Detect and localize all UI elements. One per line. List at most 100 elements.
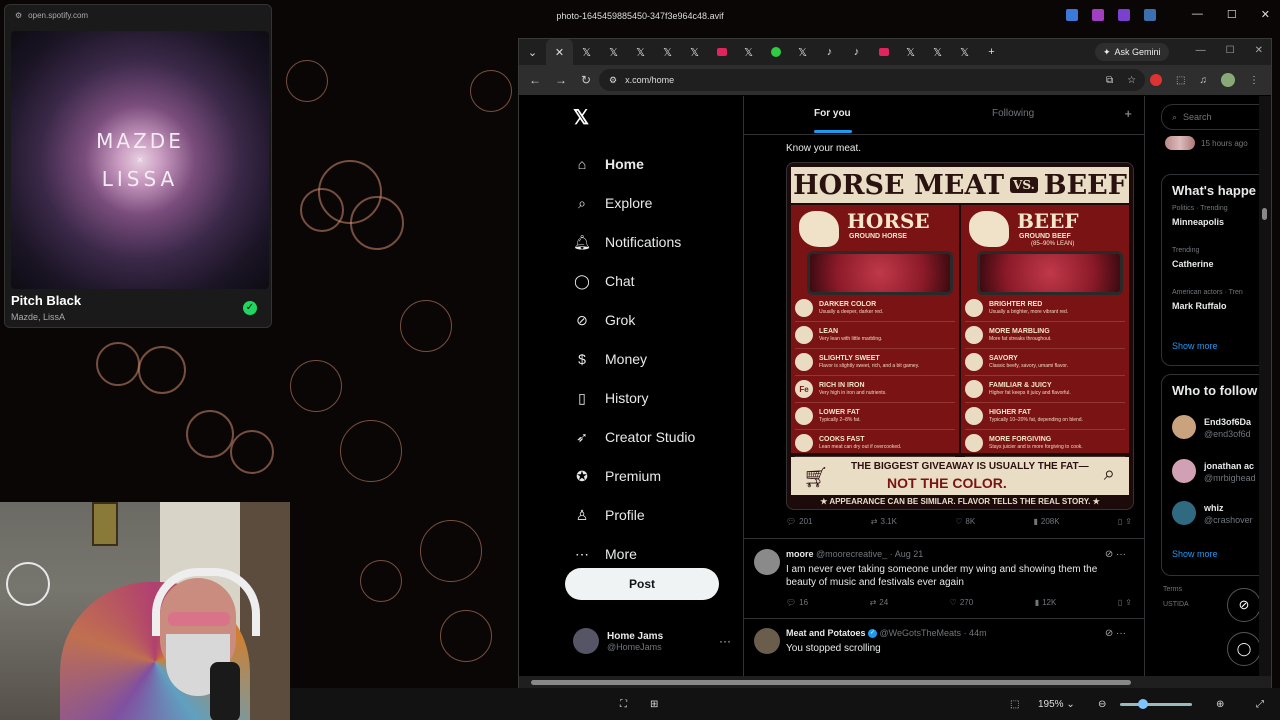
- profile-avatar[interactable]: [1221, 73, 1235, 87]
- adblock-extension-icon[interactable]: [1150, 74, 1163, 86]
- live-spaces-row[interactable]: 15 hours ago: [1165, 136, 1248, 150]
- trend-item[interactable]: Catherine: [1172, 259, 1214, 269]
- show-more-link[interactable]: Show more: [1172, 341, 1218, 351]
- tweet-author-name[interactable]: moore: [786, 549, 814, 559]
- tab-search-icon[interactable]: ⌄: [519, 39, 546, 65]
- follow-suggestion-name[interactable]: jonathan ac: [1204, 461, 1254, 471]
- browser-menu-icon[interactable]: ⋮: [1249, 75, 1259, 86]
- x-logo-icon[interactable]: 𝕏: [573, 105, 589, 130]
- avatar[interactable]: [754, 628, 780, 654]
- fit-icon[interactable]: ⛶: [620, 688, 627, 720]
- show-more-link[interactable]: Show more: [1172, 549, 1218, 559]
- views-button[interactable]: ▮ 208K: [1034, 517, 1060, 526]
- saved-check-icon[interactable]: ✓: [243, 301, 257, 315]
- bookmark-icon[interactable]: ▯: [1118, 517, 1122, 526]
- album-art[interactable]: MAZDE × LISSA: [11, 31, 269, 289]
- bookmark-icon[interactable]: ▯: [1118, 598, 1122, 607]
- chat-float-icon[interactable]: ◯: [1227, 632, 1261, 666]
- close-button[interactable]: ✕: [1261, 8, 1270, 21]
- zoom-in-icon[interactable]: ⊕: [1216, 688, 1224, 720]
- post-button[interactable]: Post: [565, 568, 719, 600]
- zoom-slider-thumb[interactable]: [1138, 698, 1148, 709]
- site-settings-icon[interactable]: ⚙: [15, 11, 22, 20]
- tweet[interactable]: moore @moorecreative_ · Aug 21 ⊘ ··· I a…: [754, 549, 1134, 619]
- tab-following[interactable]: Following: [992, 108, 1034, 119]
- scrollbar-thumb[interactable]: [1262, 208, 1267, 220]
- forward-icon[interactable]: →: [555, 73, 567, 87]
- avatar[interactable]: [1172, 501, 1196, 525]
- repost-button[interactable]: ⇄ 3.1K: [871, 517, 897, 526]
- nav-item-profile[interactable]: ♙ Profile: [573, 503, 645, 527]
- browser-close-button[interactable]: ✕: [1255, 45, 1263, 56]
- avatar[interactable]: [1172, 415, 1196, 439]
- tweet[interactable]: Meat and Potatoes ✓ @WeGotsTheMeats · 44…: [754, 628, 1134, 676]
- scrollbar-thumb[interactable]: [531, 680, 1131, 685]
- share-icon[interactable]: ⇪: [1125, 598, 1132, 607]
- tab-x[interactable]: 𝕏: [789, 39, 816, 65]
- tab-youtube[interactable]: [870, 39, 897, 65]
- reload-icon[interactable]: ↻: [581, 73, 591, 87]
- zoom-level[interactable]: 195% ⌄: [1038, 688, 1075, 720]
- zoom-out-icon[interactable]: ⊖: [1098, 688, 1106, 720]
- share-icon[interactable]: ⇪: [1125, 517, 1132, 526]
- nav-item-grok[interactable]: ⊘ Grok: [573, 308, 635, 332]
- ask-gemini-button[interactable]: ✦ Ask Gemini: [1095, 43, 1169, 61]
- tab-tiktok[interactable]: ♪: [843, 39, 870, 65]
- tab-youtube[interactable]: [708, 39, 735, 65]
- tweet-time[interactable]: · 44m: [964, 628, 987, 638]
- add-feed-icon[interactable]: +: [1124, 106, 1132, 121]
- nav-item-money[interactable]: $ Money: [573, 347, 647, 371]
- nav-item-chat[interactable]: ◯ Chat: [573, 269, 634, 293]
- tray-app-icon[interactable]: [1066, 9, 1078, 21]
- ocr-icon[interactable]: ⊞: [650, 688, 658, 720]
- tray-app-icon[interactable]: [1118, 9, 1130, 21]
- nav-item-explore[interactable]: ⌕ Explore: [573, 191, 652, 215]
- tab-x[interactable]: 𝕏: [627, 39, 654, 65]
- media-controls-icon[interactable]: ♫: [1200, 75, 1208, 86]
- tab-green[interactable]: [762, 39, 789, 65]
- follow-suggestion-name[interactable]: whiz: [1204, 503, 1224, 513]
- install-icon[interactable]: ⧉: [1106, 75, 1113, 86]
- nav-item-creator-studio[interactable]: ➶ Creator Studio: [573, 425, 695, 449]
- tweet-author-handle[interactable]: @WeGotsTheMeats: [880, 628, 962, 638]
- avatar[interactable]: [754, 549, 780, 575]
- trend-item[interactable]: Mark Ruffalo: [1172, 301, 1227, 311]
- like-button[interactable]: ♡ 270: [950, 598, 974, 607]
- search-input[interactable]: ⌕ Search: [1161, 104, 1271, 130]
- tab-active[interactable]: ✕: [546, 39, 573, 65]
- tab-x[interactable]: 𝕏: [951, 39, 978, 65]
- repost-button[interactable]: ⇄ 24: [870, 598, 889, 607]
- nav-item-premium[interactable]: ✪ Premium: [573, 464, 661, 488]
- nav-item-more[interactable]: ⋯ More: [573, 542, 637, 566]
- vertical-scrollbar[interactable]: [1259, 96, 1271, 676]
- tab-x[interactable]: 𝕏: [735, 39, 762, 65]
- follow-suggestion-name[interactable]: End3of6Da: [1204, 417, 1251, 427]
- tweet-author-name[interactable]: Meat and Potatoes: [786, 628, 866, 638]
- tweet-image[interactable]: HORSE MEAT VS. BEEF HORSE GROUND HORSE D…: [786, 162, 1134, 510]
- account-switcher[interactable]: Home Jams @HomeJams ···: [573, 628, 731, 654]
- song-title[interactable]: Pitch Black: [11, 293, 81, 308]
- grok-icon[interactable]: ⊘: [1105, 628, 1113, 639]
- tray-app-icon[interactable]: [1092, 9, 1104, 21]
- address-bar[interactable]: ⚙ x.com/home: [599, 69, 1145, 91]
- views-button[interactable]: ▮ 12K: [1035, 598, 1057, 607]
- nav-item-home[interactable]: ⌂ Home: [573, 152, 644, 176]
- nav-item-history[interactable]: ▯ History: [573, 386, 648, 410]
- trend-item[interactable]: Minneapolis: [1172, 217, 1224, 227]
- more-dots-icon[interactable]: ···: [719, 634, 731, 648]
- grok-float-icon[interactable]: ⊘: [1227, 588, 1261, 622]
- actual-size-icon[interactable]: ⬚: [1010, 688, 1019, 720]
- more-dots-icon[interactable]: ···: [1116, 628, 1126, 639]
- extensions-icon[interactable]: ⬚: [1176, 75, 1185, 86]
- maximize-button[interactable]: ☐: [1227, 8, 1237, 21]
- tab-x[interactable]: 𝕏: [924, 39, 951, 65]
- tab-x[interactable]: 𝕏: [897, 39, 924, 65]
- tab-x[interactable]: 𝕏: [654, 39, 681, 65]
- browser-maximize-button[interactable]: ☐: [1226, 45, 1235, 56]
- tab-for-you[interactable]: For you: [814, 108, 851, 119]
- tab-x[interactable]: 𝕏: [573, 39, 600, 65]
- browser-minimize-button[interactable]: —: [1196, 45, 1206, 56]
- tab-tiktok[interactable]: ♪: [816, 39, 843, 65]
- song-artists[interactable]: Mazde, LissA: [11, 312, 65, 322]
- reply-button[interactable]: 💬︎ 16: [786, 598, 808, 607]
